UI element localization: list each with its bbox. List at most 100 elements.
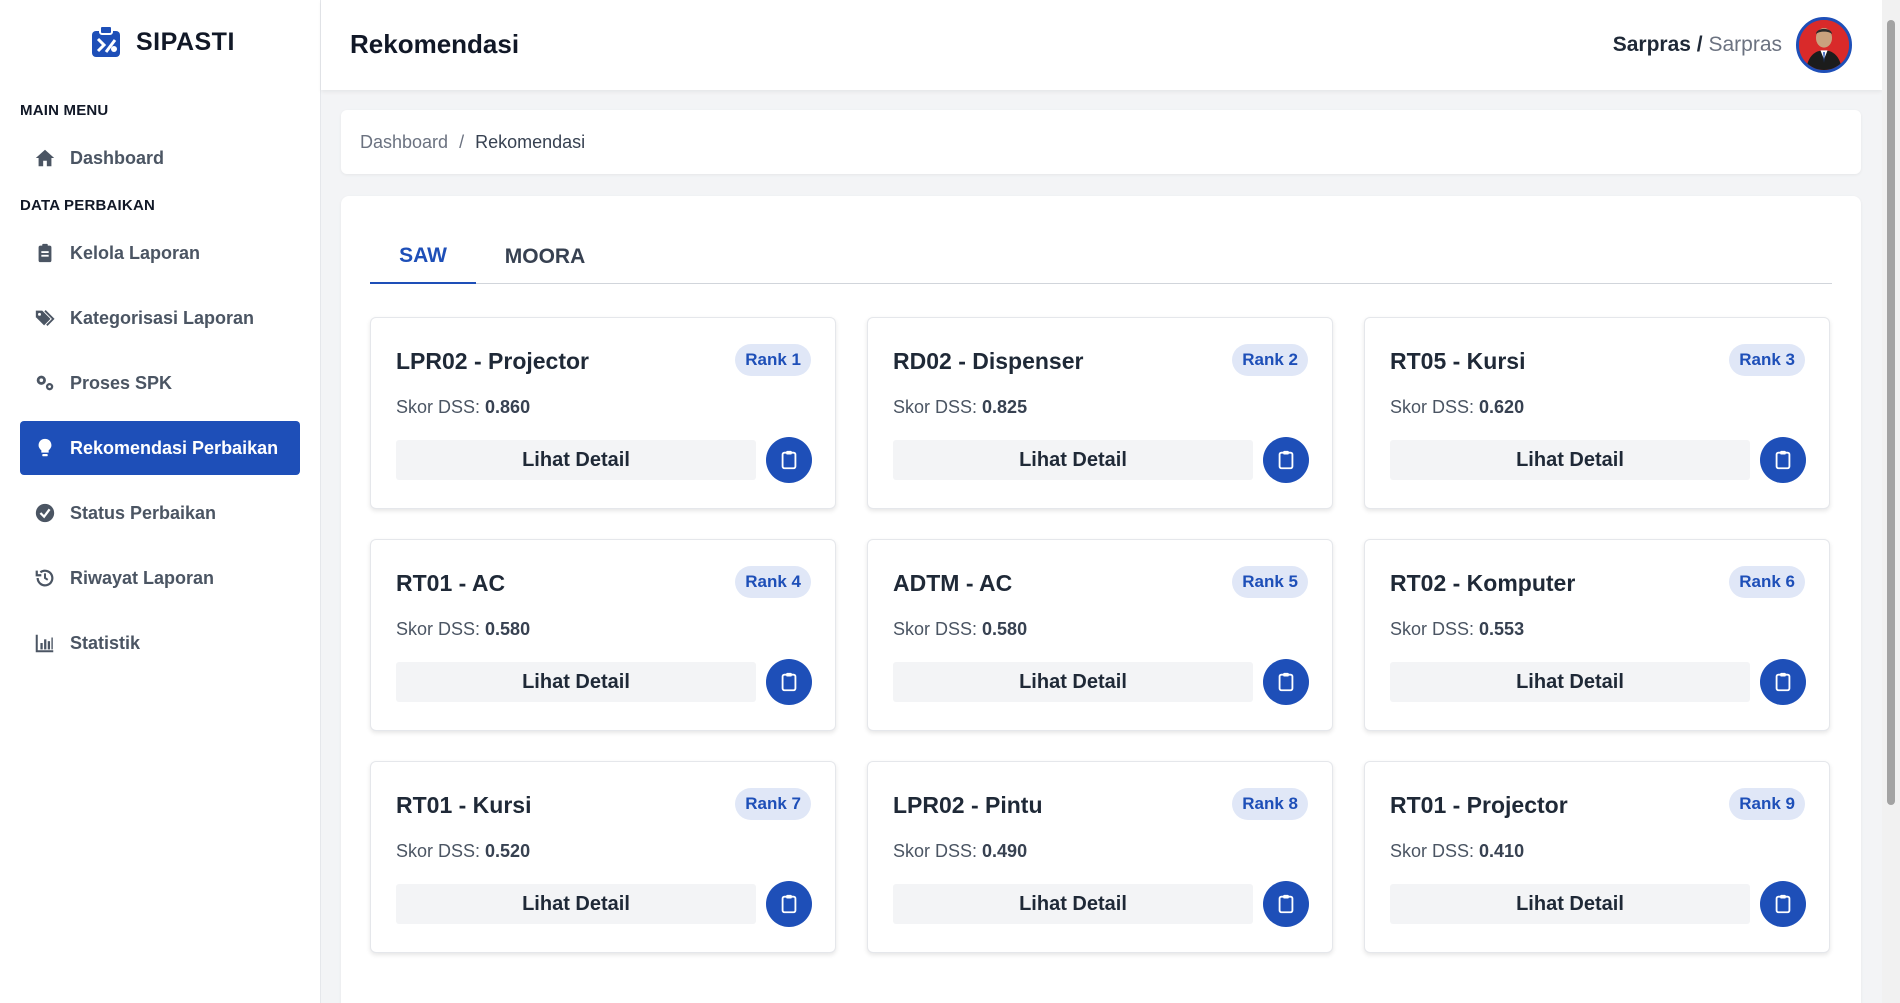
method-tabs: SAW MOORA bbox=[370, 229, 1832, 284]
score-line: Skor DSS: 0.825 bbox=[893, 397, 1027, 418]
sidebar-item-kelola-laporan[interactable]: Kelola Laporan bbox=[20, 226, 300, 280]
clipboard-button[interactable] bbox=[1760, 659, 1806, 705]
sidebar-item-rekomendasi-perbaikan[interactable]: Rekomendasi Perbaikan bbox=[20, 421, 300, 475]
breadcrumb-separator: / bbox=[459, 131, 465, 152]
recommendation-card: LPR02 - Projector Rank 1 Skor DSS: 0.860 Li… bbox=[370, 317, 836, 509]
clipboard-button[interactable] bbox=[766, 659, 812, 705]
avatar-portrait bbox=[1799, 20, 1849, 70]
card-title: LPR02 - Pintu bbox=[893, 792, 1043, 818]
sidebar-item-dashboard[interactable]: Dashboard bbox=[20, 131, 300, 185]
clipboard-icon bbox=[1775, 894, 1791, 914]
clipboard-icon bbox=[781, 450, 797, 470]
detail-button[interactable]: Lihat Detail bbox=[893, 884, 1253, 924]
clipboard-icon bbox=[1278, 450, 1294, 470]
rank-badge: Rank 5 bbox=[1232, 566, 1308, 598]
brand[interactable]: SIPASTI bbox=[90, 22, 235, 62]
gears-icon bbox=[36, 375, 54, 391]
breadcrumb-dashboard[interactable]: Dashboard bbox=[360, 132, 448, 153]
clipboard-button[interactable] bbox=[1263, 659, 1309, 705]
score-value: 0.490 bbox=[982, 841, 1028, 861]
clipboard-button[interactable] bbox=[766, 437, 812, 483]
detail-button[interactable]: Lihat Detail bbox=[893, 440, 1253, 480]
clipboard-button[interactable] bbox=[1760, 437, 1806, 483]
detail-button[interactable]: Lihat Detail bbox=[1390, 440, 1750, 480]
detail-button[interactable]: Lihat Detail bbox=[1390, 884, 1750, 924]
avatar[interactable] bbox=[1796, 17, 1852, 73]
recommendation-card: ADTM - AC Rank 5 Skor DSS: 0.580 Lihat Deta… bbox=[867, 539, 1333, 731]
score-line: Skor DSS: 0.490 bbox=[893, 841, 1027, 862]
recommendation-card: RT05 - Kursi Rank 3 Skor DSS: 0.620 Lihat D… bbox=[1364, 317, 1830, 509]
sidebar-item-label: Dashboard bbox=[70, 147, 165, 168]
card-title: RD02 - Dispenser bbox=[893, 348, 1084, 374]
card-title: RT01 - AC bbox=[396, 570, 506, 596]
breadcrumb: Dashboard / Rekomendasi bbox=[341, 110, 1861, 174]
score-line: Skor DSS: 0.620 bbox=[1390, 397, 1524, 418]
detail-button[interactable]: Lihat Detail bbox=[396, 884, 756, 924]
score-line: Skor DSS: 0.553 bbox=[1390, 619, 1524, 640]
clipboard-button[interactable] bbox=[1760, 881, 1806, 927]
score-value: 0.860 bbox=[485, 397, 531, 417]
detail-button[interactable]: Lihat Detail bbox=[893, 662, 1253, 702]
card-title: RT05 - Kursi bbox=[1390, 348, 1526, 374]
score-value: 0.410 bbox=[1479, 841, 1525, 861]
sidebar-item-statistik[interactable]: Statistik bbox=[20, 616, 300, 670]
detail-button[interactable]: Lihat Detail bbox=[396, 440, 756, 480]
logo-icon bbox=[92, 25, 120, 57]
clipboard-icon bbox=[781, 672, 797, 692]
rank-badge: Rank 7 bbox=[735, 788, 811, 820]
score-label: Skor DSS: bbox=[396, 841, 486, 861]
sidebar-item-riwayat-laporan[interactable]: Riwayat Laporan bbox=[20, 551, 300, 605]
score-label: Skor DSS: bbox=[1390, 841, 1480, 861]
card-title: RT01 - Projector bbox=[1390, 792, 1568, 818]
score-label: Skor DSS: bbox=[396, 619, 486, 639]
user-separator: / bbox=[1696, 33, 1703, 56]
chart-bar-icon bbox=[35, 634, 54, 653]
recommendation-card: RD02 - Dispenser Rank 2 Skor DSS: 0.825 Lih… bbox=[867, 317, 1333, 509]
history-icon bbox=[35, 569, 54, 587]
sidebar-item-label: Riwayat Laporan bbox=[70, 567, 215, 588]
clipboard-button[interactable] bbox=[1263, 437, 1309, 483]
rank-badge: Rank 8 bbox=[1232, 788, 1308, 820]
detail-button[interactable]: Lihat Detail bbox=[1390, 662, 1750, 702]
sidebar: SIPASTI MAIN MENU Dashboard DATA PERBAIK… bbox=[0, 0, 321, 1003]
recommendation-card: RT01 - Kursi Rank 7 Skor DSS: 0.520 Lihat D… bbox=[370, 761, 836, 953]
score-label: Skor DSS: bbox=[893, 619, 983, 639]
score-value: 0.620 bbox=[1479, 397, 1525, 417]
detail-button[interactable]: Lihat Detail bbox=[396, 662, 756, 702]
score-line: Skor DSS: 0.410 bbox=[1390, 841, 1524, 862]
score-value: 0.520 bbox=[485, 841, 531, 861]
breadcrumb-current: Rekomendasi bbox=[475, 131, 586, 152]
page-scrollbar[interactable] bbox=[1882, 0, 1900, 1003]
score-label: Skor DSS: bbox=[396, 397, 486, 417]
score-label: Skor DSS: bbox=[1390, 619, 1480, 639]
home-icon bbox=[35, 149, 55, 167]
tab-moora[interactable]: MOORA bbox=[476, 229, 614, 284]
sidebar-item-proses-spk[interactable]: Proses SPK bbox=[20, 356, 300, 410]
user-name: Sarpras bbox=[1612, 33, 1691, 56]
rank-badge: Rank 6 bbox=[1729, 566, 1805, 598]
score-label: Skor DSS: bbox=[893, 397, 983, 417]
rank-badge: Rank 1 bbox=[735, 344, 811, 376]
user-menu[interactable]: Sarpras / Sarpras bbox=[1613, 16, 1852, 74]
sidebar-item-label: Proses SPK bbox=[70, 372, 173, 393]
rank-badge: Rank 3 bbox=[1729, 344, 1805, 376]
recommendation-panel: SAW MOORA LPR02 - Projector Rank 1 Skor DS… bbox=[341, 196, 1861, 1003]
check-circle-icon bbox=[35, 503, 55, 523]
rank-badge: Rank 2 bbox=[1232, 344, 1308, 376]
clipboard-button[interactable] bbox=[766, 881, 812, 927]
recommendation-card: RT02 - Komputer Rank 6 Skor DSS: 0.553 Liha… bbox=[1364, 539, 1830, 731]
clipboard-button[interactable] bbox=[1263, 881, 1309, 927]
card-title: RT01 - Kursi bbox=[396, 792, 532, 818]
sidebar-item-status-perbaikan[interactable]: Status Perbaikan bbox=[20, 486, 300, 540]
score-value: 0.553 bbox=[1479, 619, 1525, 639]
score-line: Skor DSS: 0.520 bbox=[396, 841, 530, 862]
top-header: Rekomendasi Sarpras / Sarpras bbox=[321, 0, 1882, 90]
tab-saw[interactable]: SAW bbox=[370, 229, 476, 284]
sidebar-item-kategorisasi-laporan[interactable]: Kategorisasi Laporan bbox=[20, 291, 300, 345]
user-info: Sarpras / Sarpras bbox=[1613, 33, 1782, 57]
clipboard-icon bbox=[1775, 450, 1791, 470]
score-value: 0.580 bbox=[982, 619, 1028, 639]
scrollbar-thumb[interactable] bbox=[1887, 20, 1895, 805]
sidebar-item-label: Kelola Laporan bbox=[70, 242, 201, 263]
clipboard-icon bbox=[781, 894, 797, 914]
